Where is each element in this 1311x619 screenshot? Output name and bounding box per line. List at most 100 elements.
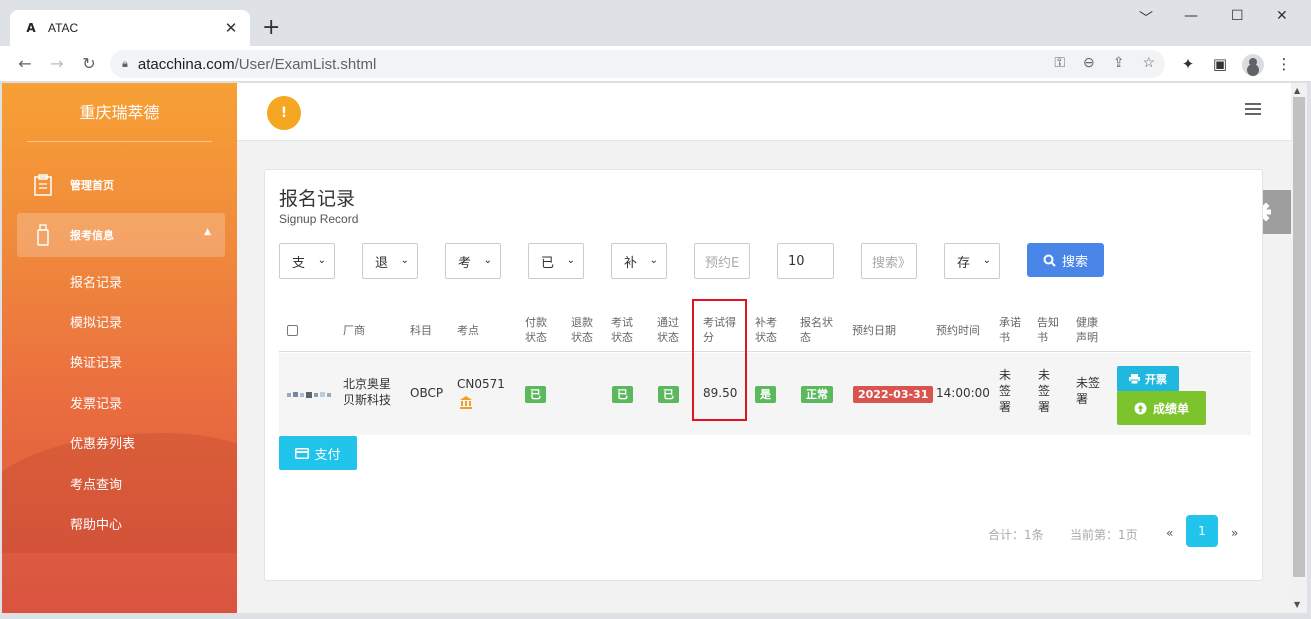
scroll-down-icon[interactable]: ▼ — [1294, 600, 1300, 609]
pass-status-badge: 已 — [658, 386, 679, 403]
th-retake-status: 补考状态 — [755, 316, 777, 344]
brand-divider — [27, 141, 212, 142]
zoom-icon[interactable]: ⊖ — [1083, 54, 1095, 71]
minimize-icon[interactable]: — — [1184, 8, 1198, 32]
sidebar-subitem-mock-record[interactable]: 模拟记录 — [70, 312, 122, 331]
scroll-up-icon[interactable]: ▲ — [1294, 86, 1300, 95]
side-panel-icon[interactable]: ▣ — [1210, 55, 1230, 73]
pay-status-badge: 已 — [525, 386, 546, 403]
usb-drive-icon — [32, 224, 54, 246]
list-view-icon[interactable] — [1245, 103, 1261, 117]
brand-name: 重庆瑞萃德 — [79, 103, 160, 122]
select-value: 已 — [541, 255, 555, 271]
search-button[interactable]: 搜索 — [1027, 243, 1104, 277]
alert-icon[interactable]: ! — [267, 96, 301, 130]
share-icon[interactable]: ⇪ — [1113, 54, 1125, 71]
profile-avatar[interactable] — [1242, 54, 1264, 76]
page-size-input[interactable]: 10 — [777, 243, 834, 279]
exam-status-select[interactable]: 考 ⌄ — [445, 243, 501, 279]
td-center: CN0571 — [457, 377, 505, 391]
star-icon[interactable]: ☆ — [1142, 54, 1155, 71]
search-button-label: 搜索 — [1061, 254, 1088, 270]
tab-search-icon[interactable]: ﹀ — [1139, 8, 1153, 32]
td-health: 未签署 — [1076, 376, 1101, 406]
scorecard-button[interactable]: 成绩单 — [1117, 391, 1206, 425]
pay-button[interactable]: 支付 — [279, 436, 357, 470]
select-all-checkbox[interactable] — [287, 325, 298, 336]
select-value: 补 — [624, 255, 638, 271]
reload-icon[interactable]: ↻ — [78, 53, 100, 75]
sidebar-item-label: 报考信息 — [70, 229, 114, 242]
page-scrollbar[interactable]: ▲ ▼ — [1291, 83, 1307, 613]
sidebar-subitem-help[interactable]: 帮助中心 — [70, 514, 122, 533]
sidebar-item-home[interactable]: 管理首页 — [17, 163, 225, 207]
pagination-total: 合计：1条 — [988, 528, 1044, 542]
th-signup-status: 报名状态 — [800, 316, 833, 344]
pay-status-select[interactable]: 支 ⌄ — [279, 243, 335, 279]
th-time: 预约时间 — [936, 324, 980, 337]
chevron-up-icon: ▲ — [204, 227, 211, 237]
browser-toolbar: ← → ↻ 🔒︎ atacchina.com/User/ExamList.sht… — [0, 46, 1311, 82]
new-tab-icon[interactable]: + — [262, 16, 280, 40]
browser-tab[interactable]: A ATAC ✕ — [10, 10, 250, 46]
th-center: 考点 — [457, 324, 479, 337]
sidebar-subitem-cert-renewal[interactable]: 换证记录 — [70, 352, 122, 371]
credit-card-icon — [295, 447, 310, 459]
table-row: 北京奥星贝斯科技 OBCP CN0571 已 已 已 89.50 是 正常 20… — [279, 353, 1251, 435]
td-promise: 未签署 — [999, 368, 1012, 414]
pagination-current: 当前第：1页 — [1070, 528, 1138, 542]
select-value: 退 — [375, 255, 389, 271]
pagination-prev[interactable]: « — [1166, 526, 1173, 540]
pass-status-select[interactable]: 已 ⌄ — [528, 243, 584, 279]
url-host: atacchina.com — [137, 55, 235, 73]
sidebar-subitem-test-centers[interactable]: 考点查询 — [70, 474, 122, 493]
address-bar[interactable]: 🔒︎ atacchina.com/User/ExamList.shtml ⚿ ⊖… — [110, 50, 1165, 78]
refund-status-select[interactable]: 退 ⌄ — [362, 243, 418, 279]
storage-select[interactable]: 存 ⌄ — [944, 243, 1000, 279]
lock-icon[interactable]: 🔒︎ — [122, 58, 128, 71]
blurred-id-image — [287, 392, 331, 398]
back-icon[interactable]: ← — [14, 53, 36, 75]
chevron-down-icon: ⌄ — [317, 255, 326, 266]
table-header: 厂商 科目 考点 付款状态 退款状态 考试状态 通过状态 考试得分 补考状态 报… — [279, 300, 1251, 352]
invoice-button-label: 开票 — [1145, 373, 1167, 386]
retake-status-select[interactable]: 补 ⌄ — [611, 243, 667, 279]
date-input[interactable]: 预约E — [694, 243, 750, 279]
forward-icon[interactable]: → — [46, 53, 68, 75]
signup-record-panel: 报名记录 Signup Record 支 ⌄ 退 ⌄ 考 ⌄ 已 ⌄ 补 ⌄ 预约E 10… — [264, 169, 1263, 581]
th-health: 健康声明 — [1076, 316, 1098, 344]
bank-building-icon[interactable] — [459, 395, 473, 409]
scrollbar-thumb[interactable] — [1293, 97, 1305, 577]
menu-dots-icon[interactable]: ⋮ — [1274, 55, 1294, 73]
scorecard-button-label: 成绩单 — [1152, 401, 1189, 416]
sidebar-subitem-invoice-record[interactable]: 发票记录 — [70, 393, 122, 412]
th-exam-status: 考试状态 — [611, 316, 633, 344]
select-value: 考 — [458, 255, 472, 271]
sidebar-subitem-signup-record[interactable]: 报名记录 — [70, 272, 122, 291]
maximize-icon[interactable]: ☐ — [1231, 8, 1244, 32]
pagination-next[interactable]: » — [1231, 526, 1238, 540]
printer-icon — [1129, 374, 1140, 384]
sidebar-subitem-coupons[interactable]: 优惠券列表 — [70, 433, 135, 452]
td-subject: OBCP — [410, 386, 444, 400]
invoice-button[interactable]: 开票 — [1117, 366, 1179, 392]
td-time: 14:00:00 — [936, 386, 990, 400]
th-promise: 承诺书 — [999, 316, 1021, 344]
select-value: 存 — [957, 255, 971, 271]
extensions-icon[interactable]: ✦ — [1178, 55, 1198, 73]
score-highlight-annotation — [692, 299, 747, 421]
page-title: 报名记录 — [279, 188, 356, 210]
upload-circle-icon — [1134, 402, 1147, 414]
key-icon[interactable]: ⚿ — [1054, 54, 1065, 71]
search-input[interactable]: 搜索》 — [861, 243, 917, 279]
th-date: 预约日期 — [852, 324, 896, 337]
chevron-down-icon: ⌄ — [566, 255, 575, 266]
chevron-down-icon: ⌄ — [400, 255, 409, 266]
close-tab-icon[interactable]: ✕ — [222, 19, 240, 37]
pagination-page-1[interactable]: 1 — [1186, 515, 1218, 547]
window-close-icon[interactable]: ✕ — [1276, 8, 1288, 32]
sidebar-item-exam-info[interactable]: 报考信息 ▲ — [17, 213, 225, 257]
th-vendor: 厂商 — [343, 324, 365, 337]
tab-title: ATAC — [48, 21, 79, 35]
page-viewport: 重庆瑞萃德 管理首页 报考信息 ▲ 报名记录 模拟记录 换证记录 发票记录 优惠… — [2, 83, 1291, 613]
